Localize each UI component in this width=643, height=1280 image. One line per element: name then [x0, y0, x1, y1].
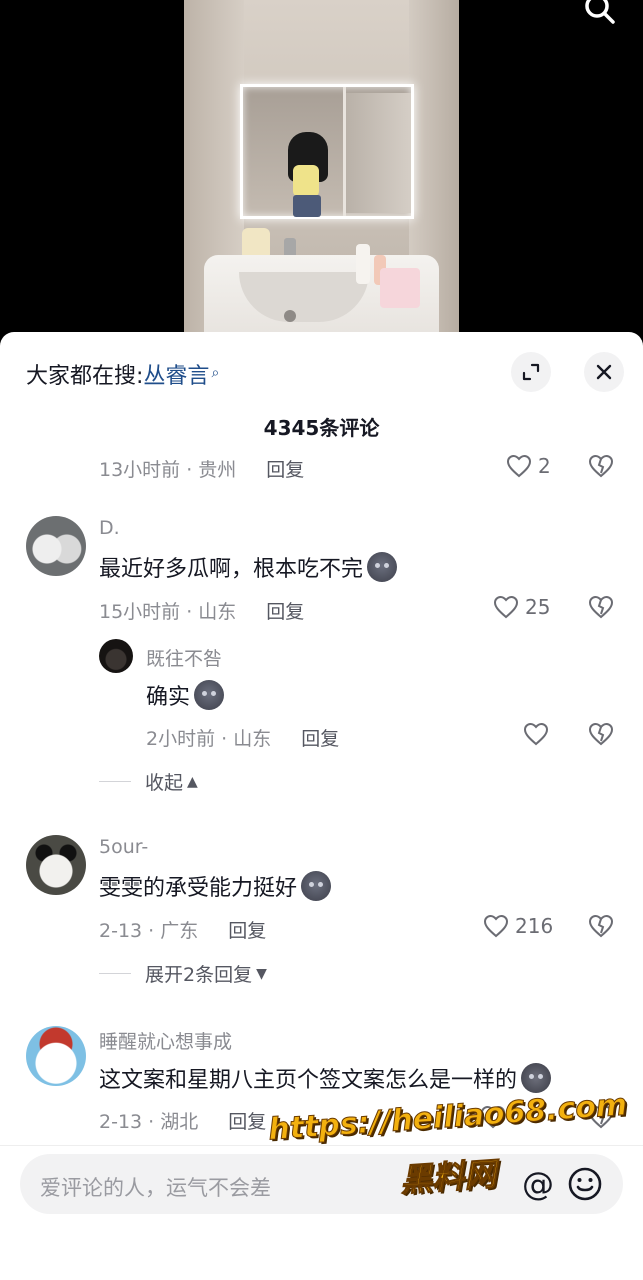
broken-heart-icon [588, 914, 614, 938]
dislike-button[interactable] [588, 595, 614, 623]
comment-time-location: 2-13 · 广东 [99, 920, 199, 942]
mirror-split [343, 87, 346, 216]
emoji-icon [194, 680, 225, 710]
close-button[interactable] [584, 352, 624, 392]
emoji-picker-icon[interactable] [565, 1164, 605, 1204]
comment-meta: 13小时前 · 贵州 回复 [99, 455, 304, 482]
reply-time-location: 2小时前 · 山东 [146, 728, 272, 750]
reply-button[interactable]: 回复 [301, 728, 339, 750]
comment-text-content: 这文案和星期八主页个签文案怎么是一样的 [99, 1068, 518, 1093]
like-button[interactable]: 25 [493, 595, 550, 619]
video-player[interactable] [0, 0, 643, 345]
emoji-icon [301, 871, 332, 901]
divider-line [99, 973, 131, 974]
broken-heart-icon [588, 722, 614, 746]
expand-button[interactable] [511, 352, 551, 392]
bottle [356, 244, 370, 284]
close-icon [596, 364, 612, 380]
comment-count: 4345条评论 [263, 416, 380, 440]
heart-icon [483, 914, 509, 938]
comment-input[interactable]: 爱评论的人，运气不会差 @ [20, 1154, 623, 1214]
reply-username[interactable]: 既往不咎 [146, 644, 222, 671]
expand-replies-button[interactable]: 展开2条回复 ▼ [99, 960, 267, 987]
comment-list[interactable]: 13小时前 · 贵州 回复 2 D. 最近好多瓜啊，根本吃不完 15小时前 · 山… [0, 442, 643, 1142]
divider [0, 1145, 643, 1146]
heart-icon [506, 454, 532, 478]
search-icon[interactable] [583, 0, 617, 26]
reply-button[interactable]: 回复 [228, 920, 266, 942]
comment-username[interactable]: D. [99, 517, 120, 539]
chevron-up-icon: ▲ [187, 773, 198, 790]
comment-text-content: 最近好多瓜啊，根本吃不完 [99, 557, 364, 582]
comment-time-location: 2-13 · 湖北 [99, 1111, 199, 1133]
heart-icon [493, 595, 519, 619]
comment-username[interactable]: 5our- [99, 836, 148, 858]
emoji-icon [521, 1063, 552, 1093]
video-frame [184, 0, 459, 345]
reply-button[interactable]: 回复 [266, 459, 304, 481]
expand-label: 展开2条回复 [145, 964, 253, 986]
sheet-header: 大家都在搜:丛睿言 ⌕ 4345条评论 [0, 332, 643, 442]
mirror-door [346, 93, 411, 213]
comment-input-placeholder[interactable]: 爱评论的人，运气不会差 [40, 1172, 271, 1202]
collapse-label: 收起 [145, 772, 184, 794]
comment-text: 这文案和星期八主页个签文案怎么是一样的 [99, 1062, 552, 1094]
drain [284, 310, 296, 322]
comment-time-location: 13小时前 · 贵州 [99, 459, 237, 481]
reply-button[interactable]: 回复 [266, 601, 304, 623]
dislike-button[interactable] [588, 914, 614, 942]
reply-text: 确实 [146, 679, 225, 711]
comment-meta: 2-13 · 湖北 回复 [99, 1107, 266, 1134]
avatar[interactable] [26, 1026, 86, 1086]
comment-meta: 15小时前 · 山东 回复 [99, 597, 304, 624]
comment-meta: 2-13 · 广东 回复 [99, 916, 266, 943]
comment-text-content: 雯雯的承受能力挺好 [99, 876, 298, 901]
person-legs [293, 195, 321, 217]
avatar[interactable] [26, 835, 86, 895]
hot-search-keyword[interactable]: 丛睿言 [143, 364, 209, 389]
like-button[interactable]: 2 [506, 454, 551, 478]
divider-line [99, 781, 131, 782]
chevron-down-icon: ▼ [256, 965, 267, 982]
reply-meta: 2小时前 · 山东 回复 [146, 724, 339, 751]
tray [380, 268, 420, 308]
at-mention-icon[interactable]: @ [518, 1162, 558, 1206]
comment-text: 雯雯的承受能力挺好 [99, 870, 332, 902]
like-count: 2 [538, 454, 551, 478]
comment-username[interactable]: 睡醒就心想事成 [99, 1027, 232, 1054]
search-icon: ⌕ [211, 365, 220, 381]
person-top [293, 165, 319, 197]
reply-text-content: 确实 [146, 685, 191, 710]
dislike-button[interactable] [588, 454, 614, 482]
broken-heart-icon [588, 595, 614, 619]
comment-text: 最近好多瓜啊，根本吃不完 [99, 551, 398, 583]
like-count: 25 [525, 595, 551, 619]
comment-time-location: 15小时前 · 山东 [99, 601, 237, 623]
broken-heart-icon [588, 454, 614, 478]
hot-search[interactable]: 大家都在搜:丛睿言 ⌕ [26, 358, 219, 390]
emoji-icon [367, 552, 398, 582]
watermark-name: 黑料网 [398, 1154, 498, 1200]
like-button[interactable] [523, 722, 549, 746]
reply-button[interactable]: 回复 [228, 1111, 266, 1133]
mirror [240, 84, 414, 219]
like-count: 216 [515, 914, 554, 938]
avatar[interactable] [26, 516, 86, 576]
hot-search-prefix: 大家都在搜: [26, 364, 144, 389]
dislike-button[interactable] [588, 722, 614, 750]
heart-icon [523, 722, 549, 746]
avatar[interactable] [99, 639, 133, 673]
collapse-replies-button[interactable]: 收起 ▲ [99, 768, 198, 795]
expand-icon [522, 363, 540, 381]
like-button[interactable]: 216 [483, 914, 553, 938]
